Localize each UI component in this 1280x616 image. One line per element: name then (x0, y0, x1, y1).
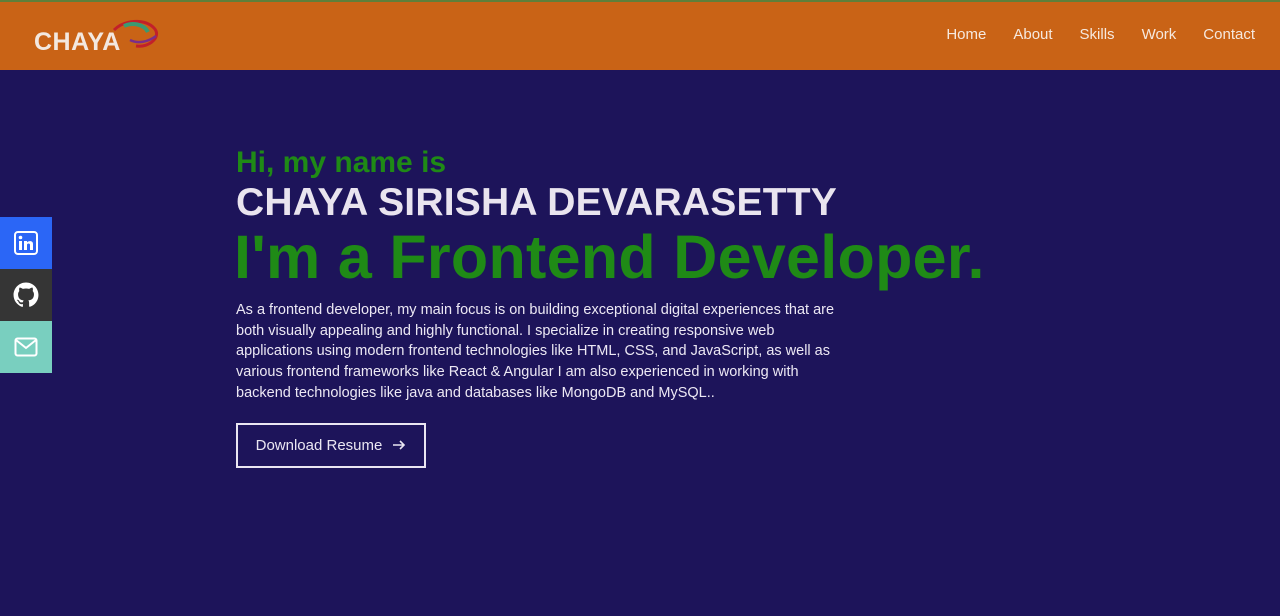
email-icon (14, 337, 38, 357)
greeting: Hi, my name is (236, 146, 447, 179)
navbar: CHAYA Home About Skills Work Contact (0, 0, 1280, 70)
nav-about[interactable]: About (1013, 26, 1052, 43)
hero-section: Hi, my name is CHAYA SIRISHA DEVARASETTY… (234, 146, 1076, 468)
nav-home[interactable]: Home (946, 26, 986, 43)
github-icon (13, 282, 39, 307)
social-sidebar (0, 217, 52, 373)
hero-bio: As a frontend developer, my main focus i… (236, 302, 835, 401)
download-resume-label: Download Resume (255, 436, 383, 454)
linkedin-link[interactable] (0, 217, 52, 269)
github-link[interactable] (0, 269, 52, 321)
logo[interactable]: CHAYA (30, 14, 170, 60)
email-link[interactable] (0, 321, 52, 373)
nav-contact[interactable]: Contact (1203, 26, 1255, 43)
main-nav: Home About Skills Work Contact (919, 26, 1255, 43)
nav-skills[interactable]: Skills (1080, 26, 1115, 43)
arrow-right-icon (392, 439, 406, 451)
hero-role: I'm a Frontend Developer. (234, 223, 985, 291)
download-resume-button[interactable]: Download Resume (236, 422, 426, 468)
nav-work[interactable]: Work (1142, 26, 1177, 43)
logo-text: CHAYA (34, 28, 121, 56)
linkedin-icon (14, 231, 38, 255)
hero-name: CHAYA SIRISHA DEVARASETTY (236, 181, 837, 224)
